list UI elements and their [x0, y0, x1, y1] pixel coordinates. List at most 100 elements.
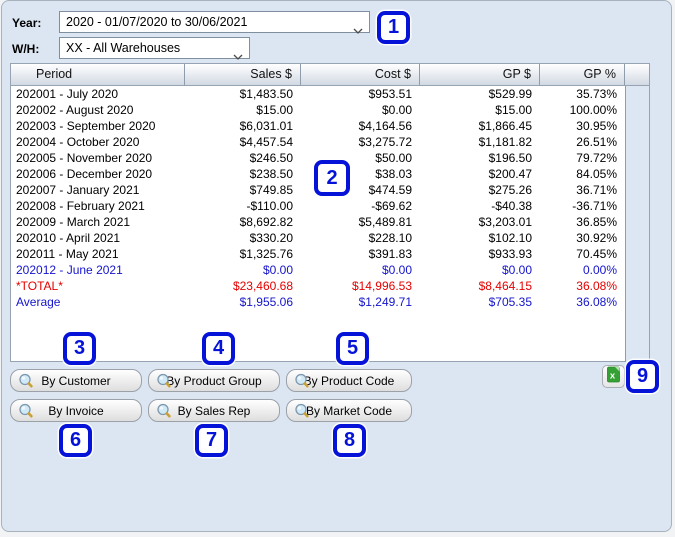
cell-sales: $749.85	[249, 183, 293, 197]
cell-period: 202005 - November 2020	[16, 151, 153, 165]
warehouse-select-value: XX - All Warehouses	[66, 41, 181, 55]
cell-period: 202006 - December 2020	[16, 167, 153, 181]
cell-sales: -$110.00	[246, 199, 293, 213]
cell-cost: -$69.62	[371, 199, 412, 213]
cell-cost: $1,249.71	[358, 295, 412, 309]
magnifier-icon	[294, 403, 310, 422]
table-row[interactable]: 202011 - May 2021 $1,325.76 $391.83 $933.93…	[11, 246, 649, 262]
table-row[interactable]: 202010 - April 2021 $330.20 $228.10 $102.10…	[11, 230, 649, 246]
annotation-6: 6	[59, 424, 92, 457]
cell-gp_pct: -36.71%	[572, 199, 617, 213]
cell-gp: $102.10	[488, 231, 532, 245]
column-header-period[interactable]: Period	[11, 64, 185, 85]
cell-gp_pct: 70.45%	[576, 247, 617, 261]
cell-gp_pct: 36.08%	[576, 295, 617, 309]
by-market-code-button[interactable]: By Market Code	[286, 399, 412, 422]
annotation-8: 8	[333, 424, 366, 457]
cell-cost: $0.00	[381, 103, 412, 117]
cell-gp: -$40.38	[491, 199, 532, 213]
by-customer-button[interactable]: By Customer	[10, 369, 142, 392]
cell-cost: $0.00	[381, 263, 412, 277]
cell-gp_pct: 36.08%	[576, 279, 617, 293]
cell-sales: $246.50	[249, 151, 293, 165]
cell-cost: $3,275.72	[358, 135, 412, 149]
cell-sales: $4,457.54	[239, 135, 293, 149]
button-label: By Market Code	[305, 403, 393, 418]
button-label: By Product Code	[303, 373, 395, 388]
cell-gp_pct: 36.71%	[576, 183, 617, 197]
cell-period: 202011 - May 2021	[16, 247, 119, 261]
annotation-9: 9	[626, 360, 659, 393]
cell-sales: $0.00	[262, 263, 293, 277]
cell-gp: $200.47	[488, 167, 532, 181]
cell-gp: $15.00	[495, 103, 532, 117]
table-row[interactable]: Average $1,955.06 $1,249.71 $705.35 36.08%	[11, 294, 649, 310]
cell-gp_pct: 35.73%	[576, 87, 617, 101]
table-row[interactable]: 202012 - June 2021 $0.00 $0.00 $0.00 0.00%	[11, 262, 649, 278]
table-header-row: Period Sales $ Cost $ GP $ GP %	[11, 64, 649, 86]
cell-gp_pct: 30.92%	[576, 231, 617, 245]
by-product-group-button[interactable]: By Product Group	[148, 369, 280, 392]
button-label: By Sales Rep	[177, 403, 251, 418]
cell-gp: $196.50	[488, 151, 532, 165]
cell-gp: $8,464.15	[478, 279, 532, 293]
cell-gp_pct: 0.00%	[582, 263, 617, 277]
year-label: Year:	[12, 16, 42, 30]
cell-gp: $933.93	[488, 247, 532, 261]
cell-gp_pct: 79.72%	[576, 151, 617, 165]
cell-gp_pct: 30.95%	[576, 119, 617, 133]
cell-cost: $953.51	[368, 87, 412, 101]
sales-by-period-table: Period Sales $ Cost $ GP $ GP % 202001 -…	[10, 63, 650, 362]
cell-period: 202004 - October 2020	[16, 135, 140, 149]
cell-period: 202012 - June 2021	[16, 263, 123, 277]
cell-gp: $1,866.45	[478, 119, 532, 133]
warehouse-select[interactable]: XX - All Warehouses	[59, 37, 250, 60]
chevron-down-icon	[353, 20, 363, 40]
cell-period: 202002 - August 2020	[16, 103, 134, 117]
column-header-gp-pct[interactable]: GP %	[540, 64, 625, 85]
by-product-code-button[interactable]: By Product Code	[286, 369, 412, 392]
table-row[interactable]: 202004 - October 2020 $4,457.54 $3,275.72 $…	[11, 134, 649, 150]
cell-cost: $5,489.81	[358, 215, 412, 229]
magnifier-icon	[18, 373, 34, 392]
year-select[interactable]: 2020 - 01/07/2020 to 30/06/2021	[59, 11, 370, 34]
column-header-sales[interactable]: Sales $	[185, 64, 301, 85]
table-row[interactable]: 202001 - July 2020 $1,483.50 $953.51 $529.9…	[11, 86, 649, 102]
cell-cost: $4,164.56	[358, 119, 412, 133]
cell-sales: $330.20	[249, 231, 293, 245]
table-row[interactable]: 202002 - August 2020 $15.00 $0.00 $15.00 100…	[11, 102, 649, 118]
table-row[interactable]: 202009 - March 2021 $8,692.82 $5,489.81 $3,…	[11, 214, 649, 230]
table-body: 202001 - July 2020 $1,483.50 $953.51 $529.9…	[11, 86, 649, 362]
table-row[interactable]: 202008 - February 2021 -$110.00 -$69.62 -$4…	[11, 198, 649, 214]
cell-period: 202008 - February 2021	[16, 199, 145, 213]
table-row[interactable]: *TOTAL* $23,460.68 $14,996.53 $8,464.15 36.0…	[11, 278, 649, 294]
cell-period: *TOTAL*	[16, 279, 63, 293]
annotation-7: 7	[195, 424, 228, 457]
cell-sales: $15.00	[256, 103, 293, 117]
cell-sales: $23,460.68	[232, 279, 293, 293]
year-select-value: 2020 - 01/07/2020 to 30/06/2021	[66, 15, 248, 29]
column-header-cost[interactable]: Cost $	[301, 64, 420, 85]
cell-period: Average	[16, 295, 61, 309]
table-row[interactable]: 202003 - September 2020 $6,031.01 $4,164.5…	[11, 118, 649, 134]
column-header-gp[interactable]: GP $	[420, 64, 540, 85]
magnifier-icon	[156, 403, 172, 422]
cell-sales: $6,031.01	[239, 119, 293, 133]
cell-sales: $238.50	[249, 167, 293, 181]
cell-gp: $275.26	[488, 183, 532, 197]
cell-period: 202010 - April 2021	[16, 231, 121, 245]
export-to-excel-button[interactable]: x	[602, 365, 625, 388]
cell-cost: $228.10	[368, 231, 412, 245]
cell-cost: $14,996.53	[351, 279, 412, 293]
warehouse-label: W/H:	[12, 42, 40, 56]
annotation-3: 3	[63, 332, 96, 365]
by-invoice-button[interactable]: By Invoice	[10, 399, 142, 422]
cell-gp: $1,181.82	[478, 135, 532, 149]
annotation-2: 2	[314, 160, 350, 196]
cell-gp_pct: 36.85%	[576, 215, 617, 229]
cell-gp_pct: 84.05%	[576, 167, 617, 181]
cell-sales: $1,955.06	[239, 295, 293, 309]
annotation-5: 5	[336, 332, 369, 365]
annotation-1: 1	[377, 11, 410, 44]
by-sales-rep-button[interactable]: By Sales Rep	[148, 399, 280, 422]
